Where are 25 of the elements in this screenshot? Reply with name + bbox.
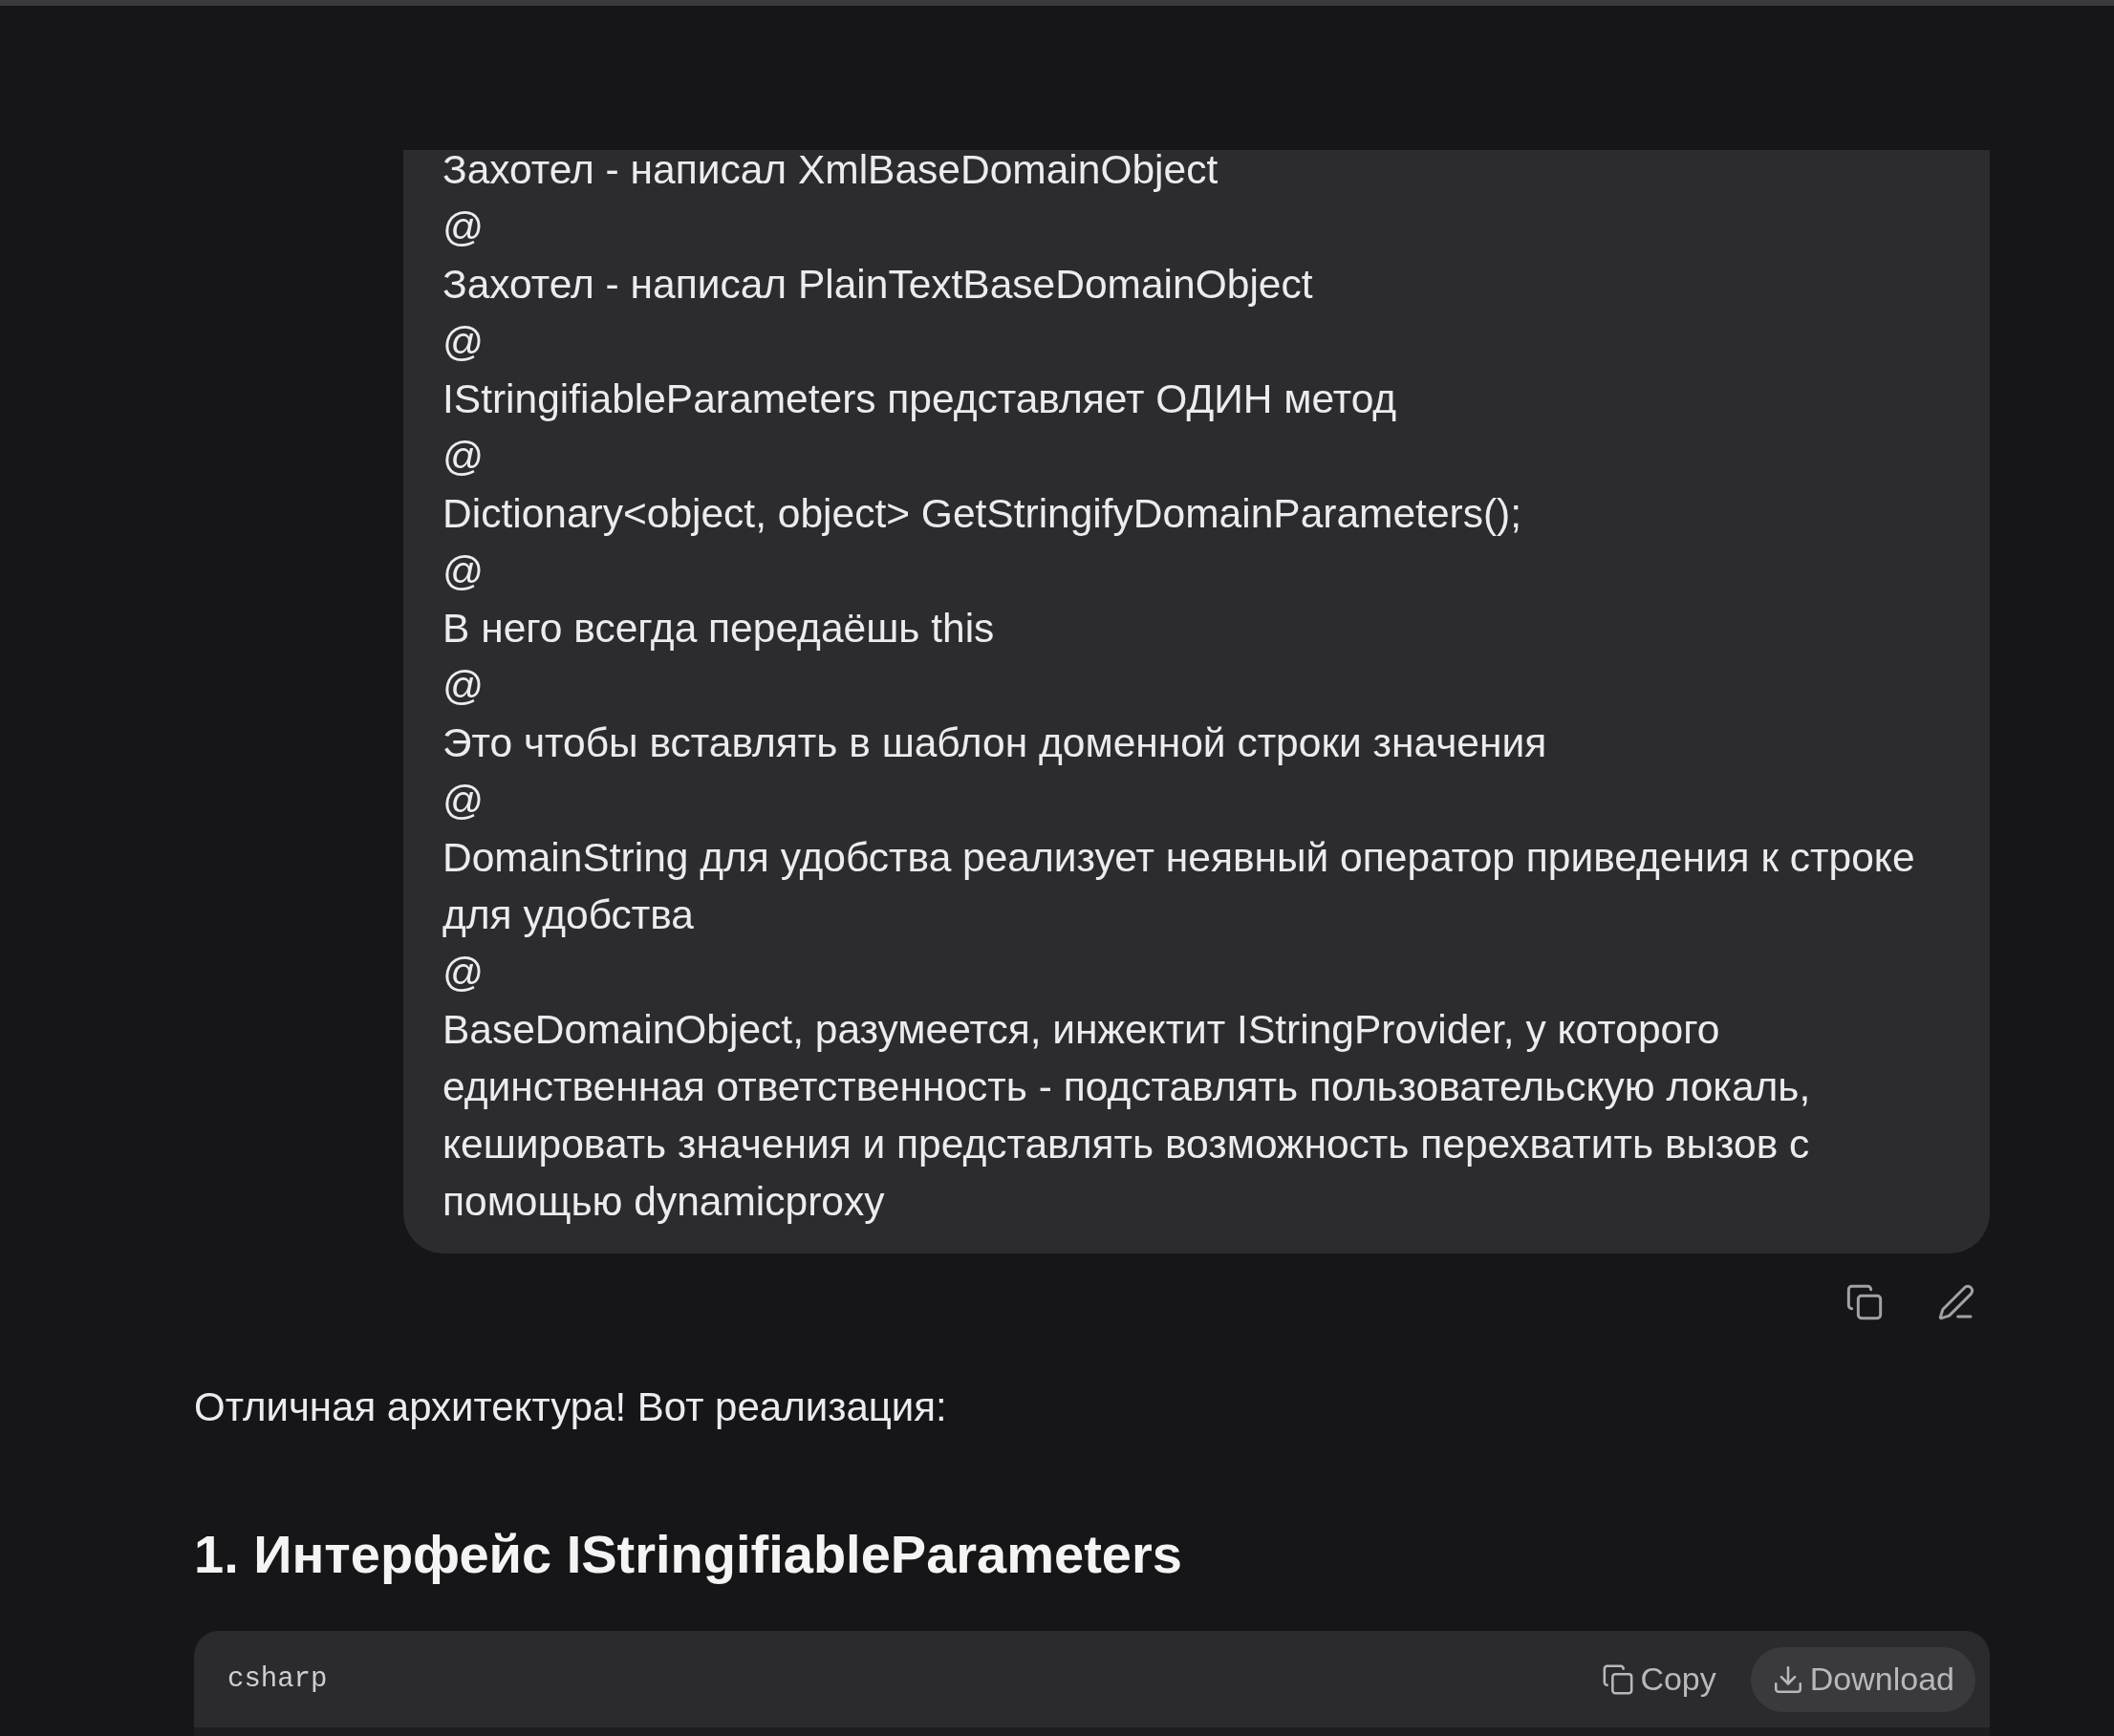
message-text: Это чтобы вставлять в шаблон доменной строки значения [442,719,1548,767]
message-text: BaseDomainObject, разумеется, инжектит IStringProvider, у которого единственная ответственность - подставлять пользовательскую локаль, кешировать значения и представлять возможность перехватить вызов с помощью dynamicproxy [442,1006,1812,1226]
message-text: DomainString для удобства реализует неявный оператор приведения к строке для удобства [442,834,1916,939]
message-text: IStringifiableParameters представляет ОДИН метод [442,375,1398,423]
copy-icon [1845,1283,1884,1321]
message-text: @ [442,662,485,710]
edit-icon [1937,1283,1975,1321]
message-text: @ [442,777,485,825]
message-text: Захотел - написал XmlBaseDomainObject [442,150,1219,194]
message-text: @ [442,949,485,997]
copy-code-button[interactable]: Copy [1602,1646,1716,1712]
edit-message-button[interactable] [1937,1283,1975,1321]
section-heading: 1. Интерфейс IStringifiableParameters [194,1523,1183,1586]
message-text: @ [442,433,485,481]
download-button[interactable]: Download [1750,1646,1975,1712]
response-intro-text: Отличная архитектура! Вот реализация: [194,1383,948,1431]
code-language-label: csharp [227,1661,328,1697]
message-text: Dictionary<object, object> GetStringifyDomainParameters(); [442,490,1523,538]
message-text: @ [442,318,485,366]
message-text: @ [442,547,485,595]
copy-message-button[interactable] [1845,1283,1884,1321]
message-text: В него всегда передаёшь this [442,605,996,653]
message-text: Захотел - написал PlainTextBaseDomainObject [442,261,1314,309]
message-text: @ [442,204,485,251]
copy-icon [1602,1662,1635,1696]
